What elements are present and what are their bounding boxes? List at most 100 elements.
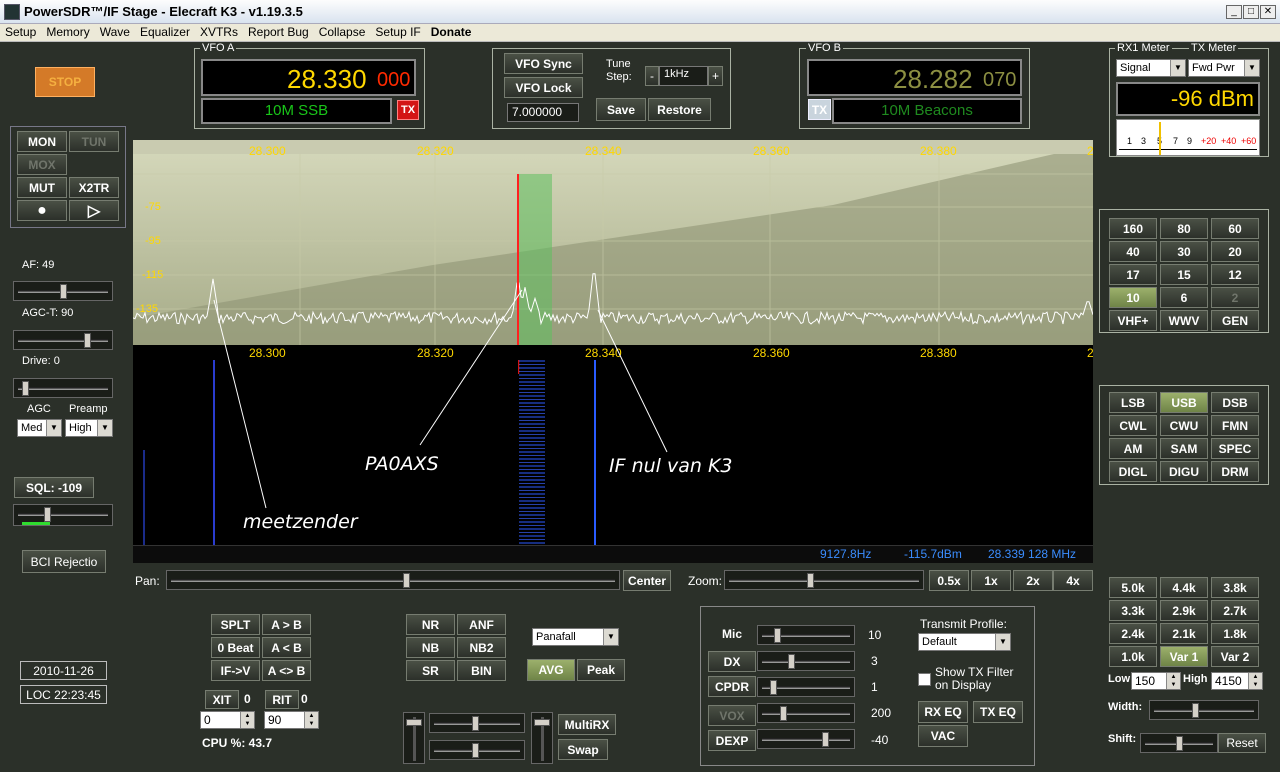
mode-button-spec[interactable]: SPEC bbox=[1211, 438, 1259, 459]
panadapter-display[interactable]: 28.300 28.320 28.340 28.360 28.380 2 -75… bbox=[133, 140, 1093, 345]
menu-setup-if[interactable]: Setup IF bbox=[370, 24, 425, 40]
band-button-60[interactable]: 60 bbox=[1211, 218, 1259, 239]
cpdr-slider[interactable] bbox=[757, 677, 855, 697]
mode-button-lsb[interactable]: LSB bbox=[1109, 392, 1157, 413]
dx-button[interactable]: DX bbox=[708, 651, 756, 672]
band-button-12[interactable]: 12 bbox=[1211, 264, 1259, 285]
vfo-b-tx-button[interactable]: TX bbox=[808, 99, 831, 120]
b-to-a-button[interactable]: A < B bbox=[262, 637, 311, 658]
filter-reset-button[interactable]: Reset bbox=[1218, 733, 1266, 753]
filter-shift-slider[interactable] bbox=[1140, 733, 1218, 753]
rx2-vslider[interactable] bbox=[531, 712, 553, 764]
swap-button[interactable]: Swap bbox=[558, 739, 608, 760]
mut-button[interactable]: MUT bbox=[17, 177, 67, 198]
band-button-vhf[interactable]: VHF+ bbox=[1109, 310, 1157, 331]
filter-button-27k[interactable]: 2.7k bbox=[1211, 600, 1259, 621]
tun-button[interactable]: TUN bbox=[69, 131, 119, 152]
filter-width-slider[interactable] bbox=[1149, 700, 1259, 720]
vfo-a-freq-display[interactable]: 28.330 000 bbox=[201, 59, 416, 96]
filter-button-18k[interactable]: 1.8k bbox=[1211, 623, 1259, 644]
sql-button[interactable]: SQL: -109 bbox=[14, 477, 94, 498]
dexp-slider[interactable] bbox=[757, 729, 855, 749]
band-button-160[interactable]: 160 bbox=[1109, 218, 1157, 239]
zoom-05x-button[interactable]: 0.5x bbox=[929, 570, 969, 591]
sql-slider[interactable] bbox=[13, 504, 113, 526]
anf-button[interactable]: ANF bbox=[457, 614, 506, 635]
filter-button-10k[interactable]: 1.0k bbox=[1109, 646, 1157, 667]
rx1-vslider[interactable] bbox=[403, 712, 425, 764]
menu-wave[interactable]: Wave bbox=[95, 24, 135, 40]
vox-button[interactable]: VOX bbox=[708, 705, 756, 726]
band-button-15[interactable]: 15 bbox=[1160, 264, 1208, 285]
filter-button-50k[interactable]: 5.0k bbox=[1109, 577, 1157, 598]
filter-button-24k[interactable]: 2.4k bbox=[1109, 623, 1157, 644]
rx-meter-select[interactable]: Signal ▼ bbox=[1116, 59, 1186, 77]
mon-button[interactable]: MON bbox=[17, 131, 67, 152]
close-button[interactable]: ✕ bbox=[1260, 5, 1276, 19]
zoom-slider[interactable] bbox=[724, 570, 924, 590]
avg-button[interactable]: AVG bbox=[527, 659, 575, 681]
filter-button-33k[interactable]: 3.3k bbox=[1109, 600, 1157, 621]
vfo-a-tx-button[interactable]: TX bbox=[397, 100, 419, 120]
restore-button[interactable]: Restore bbox=[648, 98, 711, 121]
filter-button-var2[interactable]: Var 2 bbox=[1211, 646, 1259, 667]
sr-button[interactable]: SR bbox=[406, 660, 455, 681]
mode-button-am[interactable]: AM bbox=[1109, 438, 1157, 459]
menu-xvtrs[interactable]: XVTRs bbox=[195, 24, 243, 40]
menu-collapse[interactable]: Collapse bbox=[314, 24, 371, 40]
a-swap-b-button[interactable]: A <> B bbox=[262, 660, 311, 681]
band-button-80[interactable]: 80 bbox=[1160, 218, 1208, 239]
minimize-button[interactable]: _ bbox=[1226, 5, 1242, 19]
nb2-button[interactable]: NB2 bbox=[457, 637, 506, 658]
filter-low-spin[interactable]: 150 ▲ ▼ bbox=[1131, 672, 1181, 690]
band-button-wwv[interactable]: WWV bbox=[1160, 310, 1208, 331]
agct-slider[interactable] bbox=[13, 330, 113, 350]
menu-donate[interactable]: Donate bbox=[426, 24, 477, 40]
show-tx-filter-checkbox[interactable] bbox=[918, 673, 931, 686]
mode-button-usb[interactable]: USB bbox=[1160, 392, 1208, 413]
menu-memory[interactable]: Memory bbox=[41, 24, 94, 40]
mode-button-sam[interactable]: SAM bbox=[1160, 438, 1208, 459]
vfo-sync-button[interactable]: VFO Sync bbox=[504, 53, 583, 74]
save-button[interactable]: Save bbox=[596, 98, 646, 121]
band-button-30[interactable]: 30 bbox=[1160, 241, 1208, 262]
nb-button[interactable]: NB bbox=[406, 637, 455, 658]
display-mode-select[interactable]: Panafall ▼ bbox=[532, 628, 619, 646]
band-button-17[interactable]: 17 bbox=[1109, 264, 1157, 285]
vfo-lock-button[interactable]: VFO Lock bbox=[504, 77, 583, 98]
a-to-b-button[interactable]: A > B bbox=[262, 614, 311, 635]
band-button-6[interactable]: 6 bbox=[1160, 287, 1208, 308]
zero-beat-button[interactable]: 0 Beat bbox=[211, 637, 260, 658]
tx-meter-select[interactable]: Fwd Pwr ▼ bbox=[1188, 59, 1260, 77]
peak-button[interactable]: Peak bbox=[577, 659, 625, 681]
mic-slider[interactable] bbox=[757, 625, 855, 645]
mode-button-fmn[interactable]: FMN bbox=[1211, 415, 1259, 436]
play-icon[interactable]: ▷ bbox=[69, 200, 119, 221]
rit-spin[interactable]: 90 ▲ ▼ bbox=[264, 711, 319, 729]
stop-button[interactable]: STOP bbox=[35, 67, 95, 97]
tx-eq-button[interactable]: TX EQ bbox=[973, 701, 1023, 723]
filter-button-var1[interactable]: Var 1 bbox=[1160, 646, 1208, 667]
xit-spin[interactable]: 0 ▲ ▼ bbox=[200, 711, 255, 729]
band-button-40[interactable]: 40 bbox=[1109, 241, 1157, 262]
filter-button-38k[interactable]: 3.8k bbox=[1211, 577, 1259, 598]
menu-equalizer[interactable]: Equalizer bbox=[135, 24, 195, 40]
tune-step-minus[interactable]: - bbox=[645, 66, 659, 86]
bin-button[interactable]: BIN bbox=[457, 660, 506, 681]
center-button[interactable]: Center bbox=[623, 570, 671, 591]
drive-slider[interactable] bbox=[13, 378, 113, 398]
menu-setup[interactable]: Setup bbox=[0, 24, 41, 40]
vox-slider[interactable] bbox=[757, 703, 855, 723]
zoom-4x-button[interactable]: 4x bbox=[1053, 570, 1093, 591]
mode-button-drm[interactable]: DRM bbox=[1211, 461, 1259, 482]
tune-step-plus[interactable]: + bbox=[708, 66, 723, 86]
cpdr-button[interactable]: CPDR bbox=[708, 676, 756, 697]
filter-button-21k[interactable]: 2.1k bbox=[1160, 623, 1208, 644]
vfo-b-freq-display[interactable]: 28.282 070 bbox=[807, 59, 1022, 96]
mode-button-cwu[interactable]: CWU bbox=[1160, 415, 1208, 436]
mode-button-digl[interactable]: DIGL bbox=[1109, 461, 1157, 482]
filter-high-spin[interactable]: 4150 ▲ ▼ bbox=[1211, 672, 1263, 690]
vac-button[interactable]: VAC bbox=[918, 725, 968, 747]
band-button-2[interactable]: 2 bbox=[1211, 287, 1259, 308]
agc-select[interactable]: Med ▼ bbox=[17, 419, 62, 437]
